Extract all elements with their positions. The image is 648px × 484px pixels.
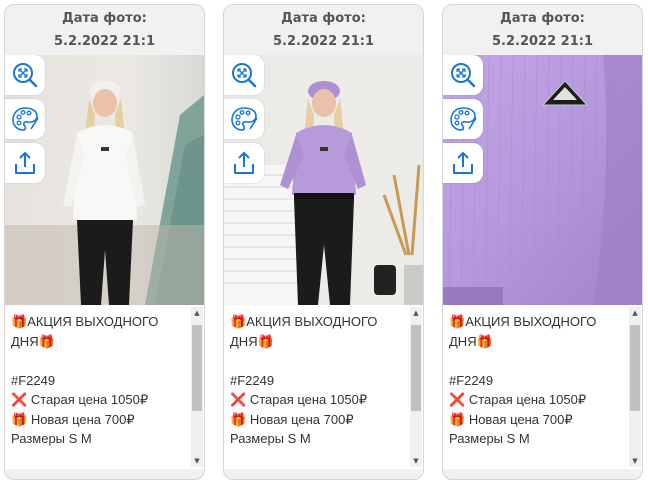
scroll-down-arrow[interactable]: ▼ (191, 455, 203, 467)
cross-mark-emoji: ❌ (449, 392, 466, 407)
promo-line: 🎁АКЦИЯ ВЫХОДНОГО (11, 314, 159, 329)
old-price: ❌ Старая цена 1050₽ (230, 392, 368, 407)
cross-mark-emoji: ❌ (11, 392, 28, 407)
cross-mark-emoji: ❌ (230, 392, 247, 407)
scroll-thumb[interactable] (411, 325, 421, 411)
photo-tools (443, 55, 485, 187)
gift-emoji: 🎁 (38, 333, 55, 349)
old-price: ❌ Старая цена 1050₽ (11, 392, 149, 407)
date-label: Дата фото: (62, 11, 147, 26)
sizes: Размеры S M (449, 431, 530, 446)
photo-tools (224, 55, 266, 187)
product-description[interactable]: 🎁АКЦИЯ ВЫХОДНОГО ДНЯ🎁 #F2249 ❌ Старая це… (224, 305, 423, 469)
promo-line: ДНЯ🎁 (449, 333, 493, 349)
zoom-icon (232, 63, 257, 88)
sizes: Размеры S M (230, 431, 311, 446)
scroll-up-arrow[interactable]: ▲ (191, 307, 203, 319)
zoom-button[interactable] (224, 55, 264, 95)
gift-emoji: 🎁 (449, 411, 466, 427)
zoom-icon (451, 63, 476, 88)
promo-line: 🎁АКЦИЯ ВЫХОДНОГО (230, 314, 378, 329)
zoom-button[interactable] (5, 55, 45, 95)
sku: #F2249 (449, 372, 494, 388)
share-button[interactable] (443, 143, 483, 183)
card-header: Дата фото: 5.2.2022 21:1 (5, 5, 204, 55)
new-price: 🎁 Новая цена 700₽ (449, 411, 573, 427)
zoom-icon (13, 63, 38, 88)
product-cards: Дата фото: 5.2.2022 21:1 🎁АКЦИЯ ВЫХОДНОГ… (0, 0, 648, 484)
gift-emoji: 🎁 (449, 314, 466, 329)
scroll-up-arrow[interactable]: ▲ (629, 307, 641, 319)
sku: #F2249 (230, 372, 275, 388)
palette-button[interactable] (224, 99, 264, 139)
sku: #F2249 (11, 372, 56, 388)
gift-emoji: 🎁 (257, 333, 274, 349)
photo-tools (5, 55, 47, 187)
product-photo[interactable] (443, 55, 642, 305)
date-label: Дата фото: (500, 11, 585, 26)
promo-line: ДНЯ🎁 (11, 333, 55, 349)
share-icon (15, 152, 35, 174)
date-label: Дата фото: (281, 11, 366, 26)
palette-icon (12, 107, 39, 131)
card-header: Дата фото: 5.2.2022 21:1 (224, 5, 423, 55)
share-button[interactable] (224, 143, 264, 183)
scrollbar[interactable]: ▲ ▼ (410, 307, 422, 467)
promo-line: 🎁АКЦИЯ ВЫХОДНОГО (449, 314, 597, 329)
sizes: Размеры S M (11, 431, 92, 446)
gift-emoji: 🎁 (11, 314, 28, 329)
palette-icon (450, 107, 477, 131)
date-value: 5.2.2022 21:1 (53, 34, 155, 49)
old-price: ❌ Старая цена 1050₽ (449, 392, 587, 407)
share-button[interactable] (5, 143, 45, 183)
share-icon (453, 152, 473, 174)
gift-emoji: 🎁 (11, 411, 28, 427)
product-card: Дата фото: 5.2.2022 21:1 🎁АКЦИЯ ВЫХОДНОГ… (223, 4, 424, 480)
scroll-up-arrow[interactable]: ▲ (410, 307, 422, 319)
gift-emoji: 🎁 (230, 314, 247, 329)
share-icon (234, 152, 254, 174)
date-value: 5.2.2022 21:1 (272, 34, 374, 49)
promo-line: ДНЯ🎁 (230, 333, 274, 349)
card-header: Дата фото: 5.2.2022 21:1 (443, 5, 642, 55)
gift-emoji: 🎁 (476, 333, 493, 349)
scroll-down-arrow[interactable]: ▼ (410, 455, 422, 467)
product-photo[interactable] (224, 55, 423, 305)
scroll-thumb[interactable] (192, 325, 202, 411)
zoom-button[interactable] (443, 55, 483, 95)
scrollbar[interactable]: ▲ ▼ (191, 307, 203, 467)
scrollbar[interactable]: ▲ ▼ (629, 307, 641, 467)
product-photo[interactable] (5, 55, 204, 305)
scroll-down-arrow[interactable]: ▼ (629, 455, 641, 467)
date-value: 5.2.2022 21:1 (491, 34, 593, 49)
palette-button[interactable] (443, 99, 483, 139)
gift-emoji: 🎁 (230, 411, 247, 427)
palette-button[interactable] (5, 99, 45, 139)
new-price: 🎁 Новая цена 700₽ (230, 411, 354, 427)
product-description[interactable]: 🎁АКЦИЯ ВЫХОДНОГО ДНЯ🎁 #F2249 ❌ Старая це… (5, 305, 204, 469)
new-price: 🎁 Новая цена 700₽ (11, 411, 135, 427)
palette-icon (231, 107, 258, 131)
product-description[interactable]: 🎁АКЦИЯ ВЫХОДНОГО ДНЯ🎁 #F2249 ❌ Старая це… (443, 305, 642, 469)
product-card: Дата фото: 5.2.2022 21:1 🎁АКЦИЯ ВЫХОДНОГ… (442, 4, 643, 480)
scroll-thumb[interactable] (630, 325, 640, 411)
product-card: Дата фото: 5.2.2022 21:1 🎁АКЦИЯ ВЫХОДНОГ… (4, 4, 205, 480)
